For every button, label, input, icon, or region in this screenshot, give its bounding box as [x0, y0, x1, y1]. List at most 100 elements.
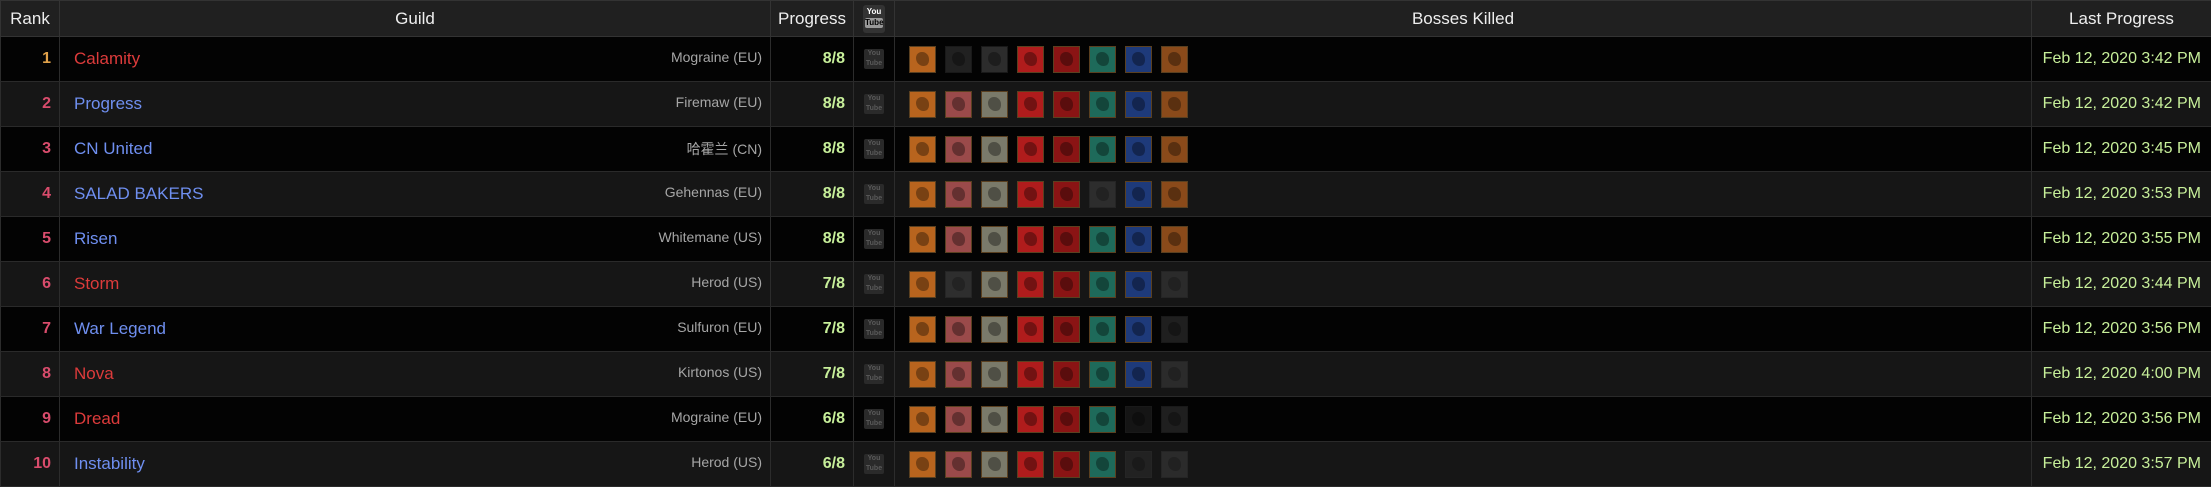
boss-portrait-icon[interactable] — [1017, 406, 1044, 433]
boss-portrait-icon[interactable] — [945, 406, 972, 433]
boss-portrait-icon[interactable] — [909, 46, 936, 73]
boss-portrait-icon[interactable] — [1089, 451, 1116, 478]
guild-realm[interactable]: Mograine (EU) — [671, 49, 762, 65]
table-row[interactable]: 4Gehennas (EU)SALAD BAKERS8/8YouTubeFeb … — [1, 172, 2211, 217]
youtube-icon[interactable]: YouTube — [864, 229, 884, 249]
guild-name-link[interactable]: Instability — [74, 454, 145, 473]
boss-portrait-icon[interactable] — [909, 226, 936, 253]
guild-name-link[interactable]: Storm — [74, 274, 119, 293]
boss-portrait-icon[interactable] — [945, 136, 972, 163]
boss-portrait-icon[interactable] — [945, 46, 972, 73]
boss-portrait-icon[interactable] — [1089, 271, 1116, 298]
boss-portrait-icon[interactable] — [945, 271, 972, 298]
boss-portrait-icon[interactable] — [1089, 91, 1116, 118]
guild-name-link[interactable]: SALAD BAKERS — [74, 184, 203, 203]
boss-portrait-icon[interactable] — [1125, 406, 1152, 433]
boss-portrait-icon[interactable] — [1053, 136, 1080, 163]
boss-portrait-icon[interactable] — [1161, 46, 1188, 73]
table-row[interactable]: 8Kirtonos (US)Nova7/8YouTubeFeb 12, 2020… — [1, 352, 2211, 397]
boss-portrait-icon[interactable] — [909, 271, 936, 298]
guild-realm[interactable]: Sulfuron (EU) — [677, 319, 762, 335]
boss-portrait-icon[interactable] — [1161, 181, 1188, 208]
boss-portrait-icon[interactable] — [1053, 271, 1080, 298]
table-row[interactable]: 6Herod (US)Storm7/8YouTubeFeb 12, 2020 3… — [1, 262, 2211, 307]
boss-portrait-icon[interactable] — [1161, 136, 1188, 163]
boss-portrait-icon[interactable] — [909, 451, 936, 478]
header-progress[interactable]: Progress — [771, 1, 854, 37]
boss-portrait-icon[interactable] — [1053, 46, 1080, 73]
boss-portrait-icon[interactable] — [1125, 91, 1152, 118]
boss-portrait-icon[interactable] — [981, 226, 1008, 253]
youtube-icon[interactable]: YouTube — [864, 94, 884, 114]
guild-name-link[interactable]: Calamity — [74, 49, 140, 68]
boss-portrait-icon[interactable] — [981, 271, 1008, 298]
boss-portrait-icon[interactable] — [1161, 316, 1188, 343]
boss-portrait-icon[interactable] — [945, 361, 972, 388]
boss-portrait-icon[interactable] — [1161, 361, 1188, 388]
boss-portrait-icon[interactable] — [1053, 451, 1080, 478]
boss-portrait-icon[interactable] — [1161, 226, 1188, 253]
boss-portrait-icon[interactable] — [1089, 46, 1116, 73]
boss-portrait-icon[interactable] — [981, 46, 1008, 73]
boss-portrait-icon[interactable] — [1053, 226, 1080, 253]
boss-portrait-icon[interactable] — [909, 316, 936, 343]
boss-portrait-icon[interactable] — [981, 181, 1008, 208]
youtube-icon[interactable]: YouTube — [864, 184, 884, 204]
guild-realm[interactable]: Mograine (EU) — [671, 409, 762, 425]
youtube-icon[interactable]: YouTube — [864, 49, 884, 69]
table-row[interactable]: 1Mograine (EU)Calamity8/8YouTubeFeb 12, … — [1, 37, 2211, 82]
boss-portrait-icon[interactable] — [909, 91, 936, 118]
guild-name-link[interactable]: Nova — [74, 364, 114, 383]
header-last-progress[interactable]: Last Progress — [2032, 1, 2211, 37]
boss-portrait-icon[interactable] — [1125, 361, 1152, 388]
boss-portrait-icon[interactable] — [909, 361, 936, 388]
table-row[interactable]: 5Whitemane (US)Risen8/8YouTubeFeb 12, 20… — [1, 217, 2211, 262]
boss-portrait-icon[interactable] — [1089, 316, 1116, 343]
boss-portrait-icon[interactable] — [1125, 451, 1152, 478]
boss-portrait-icon[interactable] — [1125, 46, 1152, 73]
boss-portrait-icon[interactable] — [1053, 181, 1080, 208]
boss-portrait-icon[interactable] — [945, 451, 972, 478]
boss-portrait-icon[interactable] — [909, 136, 936, 163]
youtube-icon[interactable]: YouTube — [864, 364, 884, 384]
header-rank[interactable]: Rank — [1, 1, 60, 37]
youtube-icon[interactable]: YouTube — [864, 454, 884, 474]
boss-portrait-icon[interactable] — [909, 181, 936, 208]
boss-portrait-icon[interactable] — [981, 406, 1008, 433]
guild-name-link[interactable]: CN United — [74, 139, 152, 158]
boss-portrait-icon[interactable] — [1017, 271, 1044, 298]
boss-portrait-icon[interactable] — [945, 226, 972, 253]
guild-name-link[interactable]: Dread — [74, 409, 120, 428]
boss-portrait-icon[interactable] — [1017, 451, 1044, 478]
table-row[interactable]: 7Sulfuron (EU)War Legend7/8YouTubeFeb 12… — [1, 307, 2211, 352]
boss-portrait-icon[interactable] — [1125, 271, 1152, 298]
boss-portrait-icon[interactable] — [1161, 271, 1188, 298]
boss-portrait-icon[interactable] — [1161, 91, 1188, 118]
boss-portrait-icon[interactable] — [1125, 181, 1152, 208]
boss-portrait-icon[interactable] — [945, 181, 972, 208]
header-guild[interactable]: Guild — [60, 1, 771, 37]
boss-portrait-icon[interactable] — [1053, 406, 1080, 433]
table-row[interactable]: 2Firemaw (EU)Progress8/8YouTubeFeb 12, 2… — [1, 82, 2211, 127]
boss-portrait-icon[interactable] — [981, 316, 1008, 343]
youtube-icon[interactable]: YouTube — [864, 409, 884, 429]
guild-realm[interactable]: Gehennas (EU) — [665, 184, 762, 200]
guild-realm[interactable]: 哈霍兰 (CN) — [687, 139, 762, 159]
boss-portrait-icon[interactable] — [1017, 226, 1044, 253]
boss-portrait-icon[interactable] — [1125, 136, 1152, 163]
guild-realm[interactable]: Kirtonos (US) — [678, 364, 762, 380]
boss-portrait-icon[interactable] — [1017, 91, 1044, 118]
table-row[interactable]: 3哈霍兰 (CN)CN United8/8YouTubeFeb 12, 2020… — [1, 127, 2211, 172]
guild-realm[interactable]: Firemaw (EU) — [676, 94, 762, 110]
boss-portrait-icon[interactable] — [1053, 316, 1080, 343]
boss-portrait-icon[interactable] — [1161, 406, 1188, 433]
boss-portrait-icon[interactable] — [1089, 406, 1116, 433]
boss-portrait-icon[interactable] — [945, 91, 972, 118]
youtube-icon[interactable]: YouTube — [864, 139, 884, 159]
boss-portrait-icon[interactable] — [1161, 451, 1188, 478]
youtube-icon[interactable]: YouTube — [864, 274, 884, 294]
header-bosses-killed[interactable]: Bosses Killed — [895, 1, 2032, 37]
guild-realm[interactable]: Whitemane (US) — [659, 229, 762, 245]
boss-portrait-icon[interactable] — [1089, 361, 1116, 388]
guild-name-link[interactable]: Risen — [74, 229, 117, 248]
